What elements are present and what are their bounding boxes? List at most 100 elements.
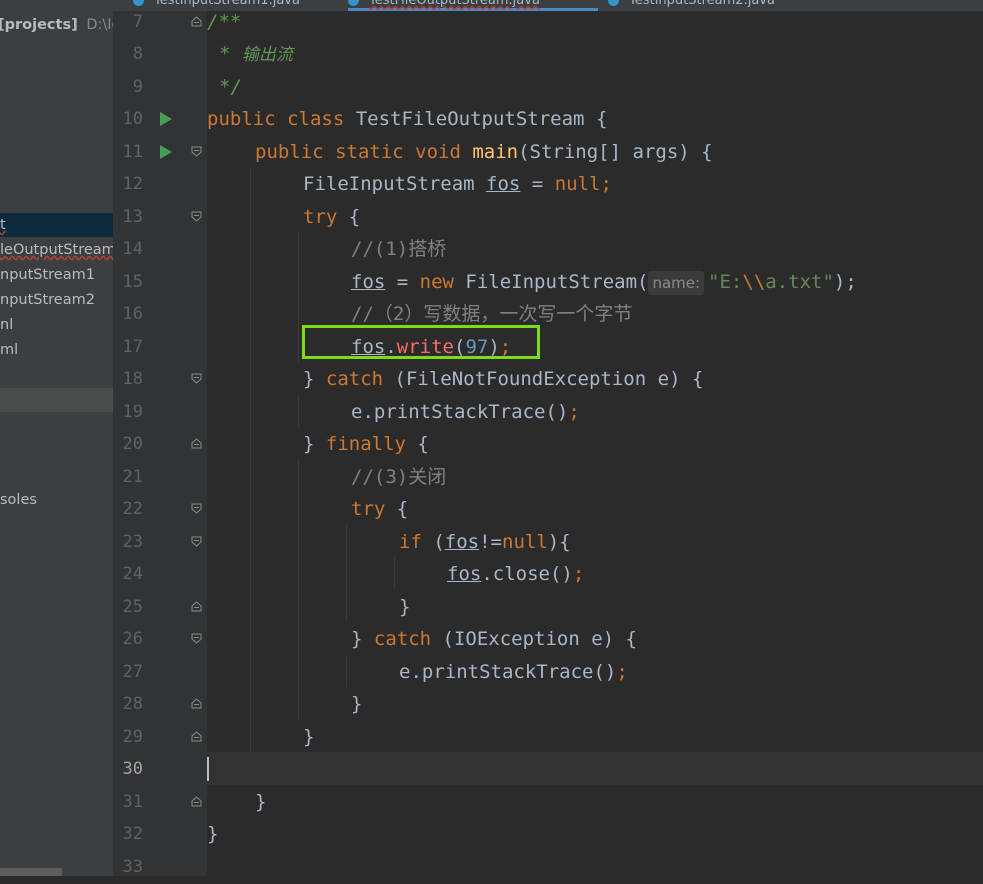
keyword: new — [419, 271, 466, 293]
type: FileInputStream( — [465, 271, 649, 293]
keyword: public static void — [255, 141, 473, 163]
line-number: 27 — [122, 662, 143, 682]
fold-start-icon[interactable] — [191, 536, 202, 547]
project-tree-item-label: nl — [0, 317, 14, 333]
project-tree-item-label: soles — [0, 492, 37, 508]
tab-label: TestInputStream2.java — [629, 0, 775, 8]
indent-guide — [298, 395, 299, 427]
code-line-7: /** — [207, 11, 242, 33]
code-line-23: if (fos!=null){ — [399, 526, 571, 559]
escape-sequence: \\ — [742, 271, 766, 293]
current-line-highlight — [207, 752, 983, 785]
fold-start-icon[interactable] — [191, 373, 202, 384]
line-number: 33 — [122, 857, 143, 877]
call: .close() — [481, 563, 573, 585]
class-name: TestFileOutputStream — [355, 108, 585, 130]
run-class-icon[interactable] — [160, 112, 172, 126]
punct: ){ — [547, 531, 571, 553]
brace: } — [351, 628, 374, 650]
string: a.txt" — [765, 271, 834, 293]
line-number: 26 — [122, 629, 143, 649]
code-line-28: } — [351, 693, 363, 715]
indent-guide — [346, 655, 347, 687]
fold-start-icon[interactable] — [191, 633, 202, 644]
line-number: 21 — [122, 467, 143, 487]
text-caret — [207, 757, 209, 781]
line-number: 12 — [122, 174, 143, 194]
fold-start-icon[interactable] — [191, 211, 202, 222]
fold-end-icon[interactable] — [191, 16, 202, 27]
punct: { — [337, 206, 361, 228]
keyword: try — [303, 206, 338, 228]
run-main-icon[interactable] — [160, 145, 172, 159]
fold-end-icon[interactable] — [191, 731, 202, 742]
keyword: catch — [325, 368, 384, 390]
highlight-box — [302, 325, 540, 359]
project-tree-item[interactable]: ml — [0, 338, 113, 362]
call: e.printStackTrace() — [351, 401, 569, 423]
params: (IOException e) { — [431, 628, 637, 650]
line-number: 11 — [122, 142, 143, 162]
code-line-27: e.printStackTrace(); — [399, 656, 628, 689]
line-number: 14 — [122, 239, 143, 259]
keyword: null — [554, 173, 601, 195]
horizontal-scrollbar[interactable] — [0, 868, 62, 876]
variable: fos — [447, 563, 482, 585]
indent-guide — [346, 525, 347, 622]
keyword: if — [399, 531, 422, 553]
line-number: 16 — [122, 304, 143, 324]
project-header[interactable]: [projects] D:\Idea — [0, 13, 113, 37]
code-line-18: } catch (FileNotFoundException e) { — [303, 363, 703, 396]
op: = — [520, 173, 555, 195]
fold-end-icon[interactable] — [191, 698, 202, 709]
project-tree-item[interactable]: leOutputStream — [0, 238, 113, 262]
fold-start-icon[interactable] — [191, 503, 202, 514]
line-number: 8 — [132, 44, 143, 64]
line-number: 7 — [132, 12, 143, 32]
line-number: 23 — [122, 532, 143, 552]
line-number: 18 — [122, 369, 143, 389]
project-tree-item-scratches[interactable]: soles — [0, 488, 113, 512]
fold-end-icon[interactable] — [191, 601, 202, 612]
indent-guide — [250, 167, 251, 752]
line-number: 20 — [122, 434, 143, 454]
brace: } — [303, 433, 326, 455]
code-line-14: //(1)搭桥 — [351, 238, 447, 260]
keyword: catch — [373, 628, 432, 650]
code-line-13: try { — [303, 201, 360, 234]
punct: ); — [833, 271, 857, 293]
project-tree-item[interactable]: nl — [0, 313, 113, 337]
tab-test-file-output-stream[interactable]: TestFileOutputStream.java — [348, 0, 598, 11]
line-number: 25 — [122, 597, 143, 617]
variable: fos — [486, 173, 521, 195]
code-line-15: fos = new FileInputStream(name: "E:\\a.tx… — [351, 266, 857, 299]
code-line-24: fos.close(); — [447, 558, 584, 591]
fold-start-icon[interactable] — [191, 146, 202, 157]
line-number: 28 — [122, 694, 143, 714]
method-name: main — [472, 141, 519, 163]
fold-end-icon[interactable] — [191, 796, 202, 807]
code-line-8: * 输出流 — [219, 38, 293, 72]
semicolon: ; — [600, 173, 612, 195]
fold-end-icon[interactable] — [191, 438, 202, 449]
semicolon: ; — [572, 563, 585, 585]
tab-label: TestFileOutputStream.java — [369, 0, 540, 8]
project-tree-item-label: nputStream1 — [0, 267, 95, 283]
project-tree-item[interactable]: nputStream2 — [0, 288, 113, 312]
code-line-11: public static void main(String[] args) { — [255, 136, 713, 169]
keyword: public class — [207, 108, 356, 130]
line-number: 19 — [122, 402, 143, 422]
project-tree-item[interactable] — [0, 388, 113, 412]
params: (String[] args) { — [518, 141, 713, 163]
project-tree-item-label: nputStream2 — [0, 292, 95, 308]
op: = — [385, 271, 420, 293]
code-line-20: } finally { — [303, 428, 429, 461]
line-number: 17 — [122, 337, 143, 357]
project-tree-item[interactable]: nputStream1 — [0, 263, 113, 287]
tab-test-input-stream-2[interactable]: TestInputStream2.java — [608, 0, 775, 11]
params: (FileNotFoundException e) { — [383, 368, 704, 390]
project-header-path: D:\Idea — [86, 17, 113, 33]
line-number: 22 — [122, 499, 143, 519]
project-header-name: [projects] — [0, 17, 78, 33]
project-tree-item[interactable]: t — [0, 213, 113, 237]
